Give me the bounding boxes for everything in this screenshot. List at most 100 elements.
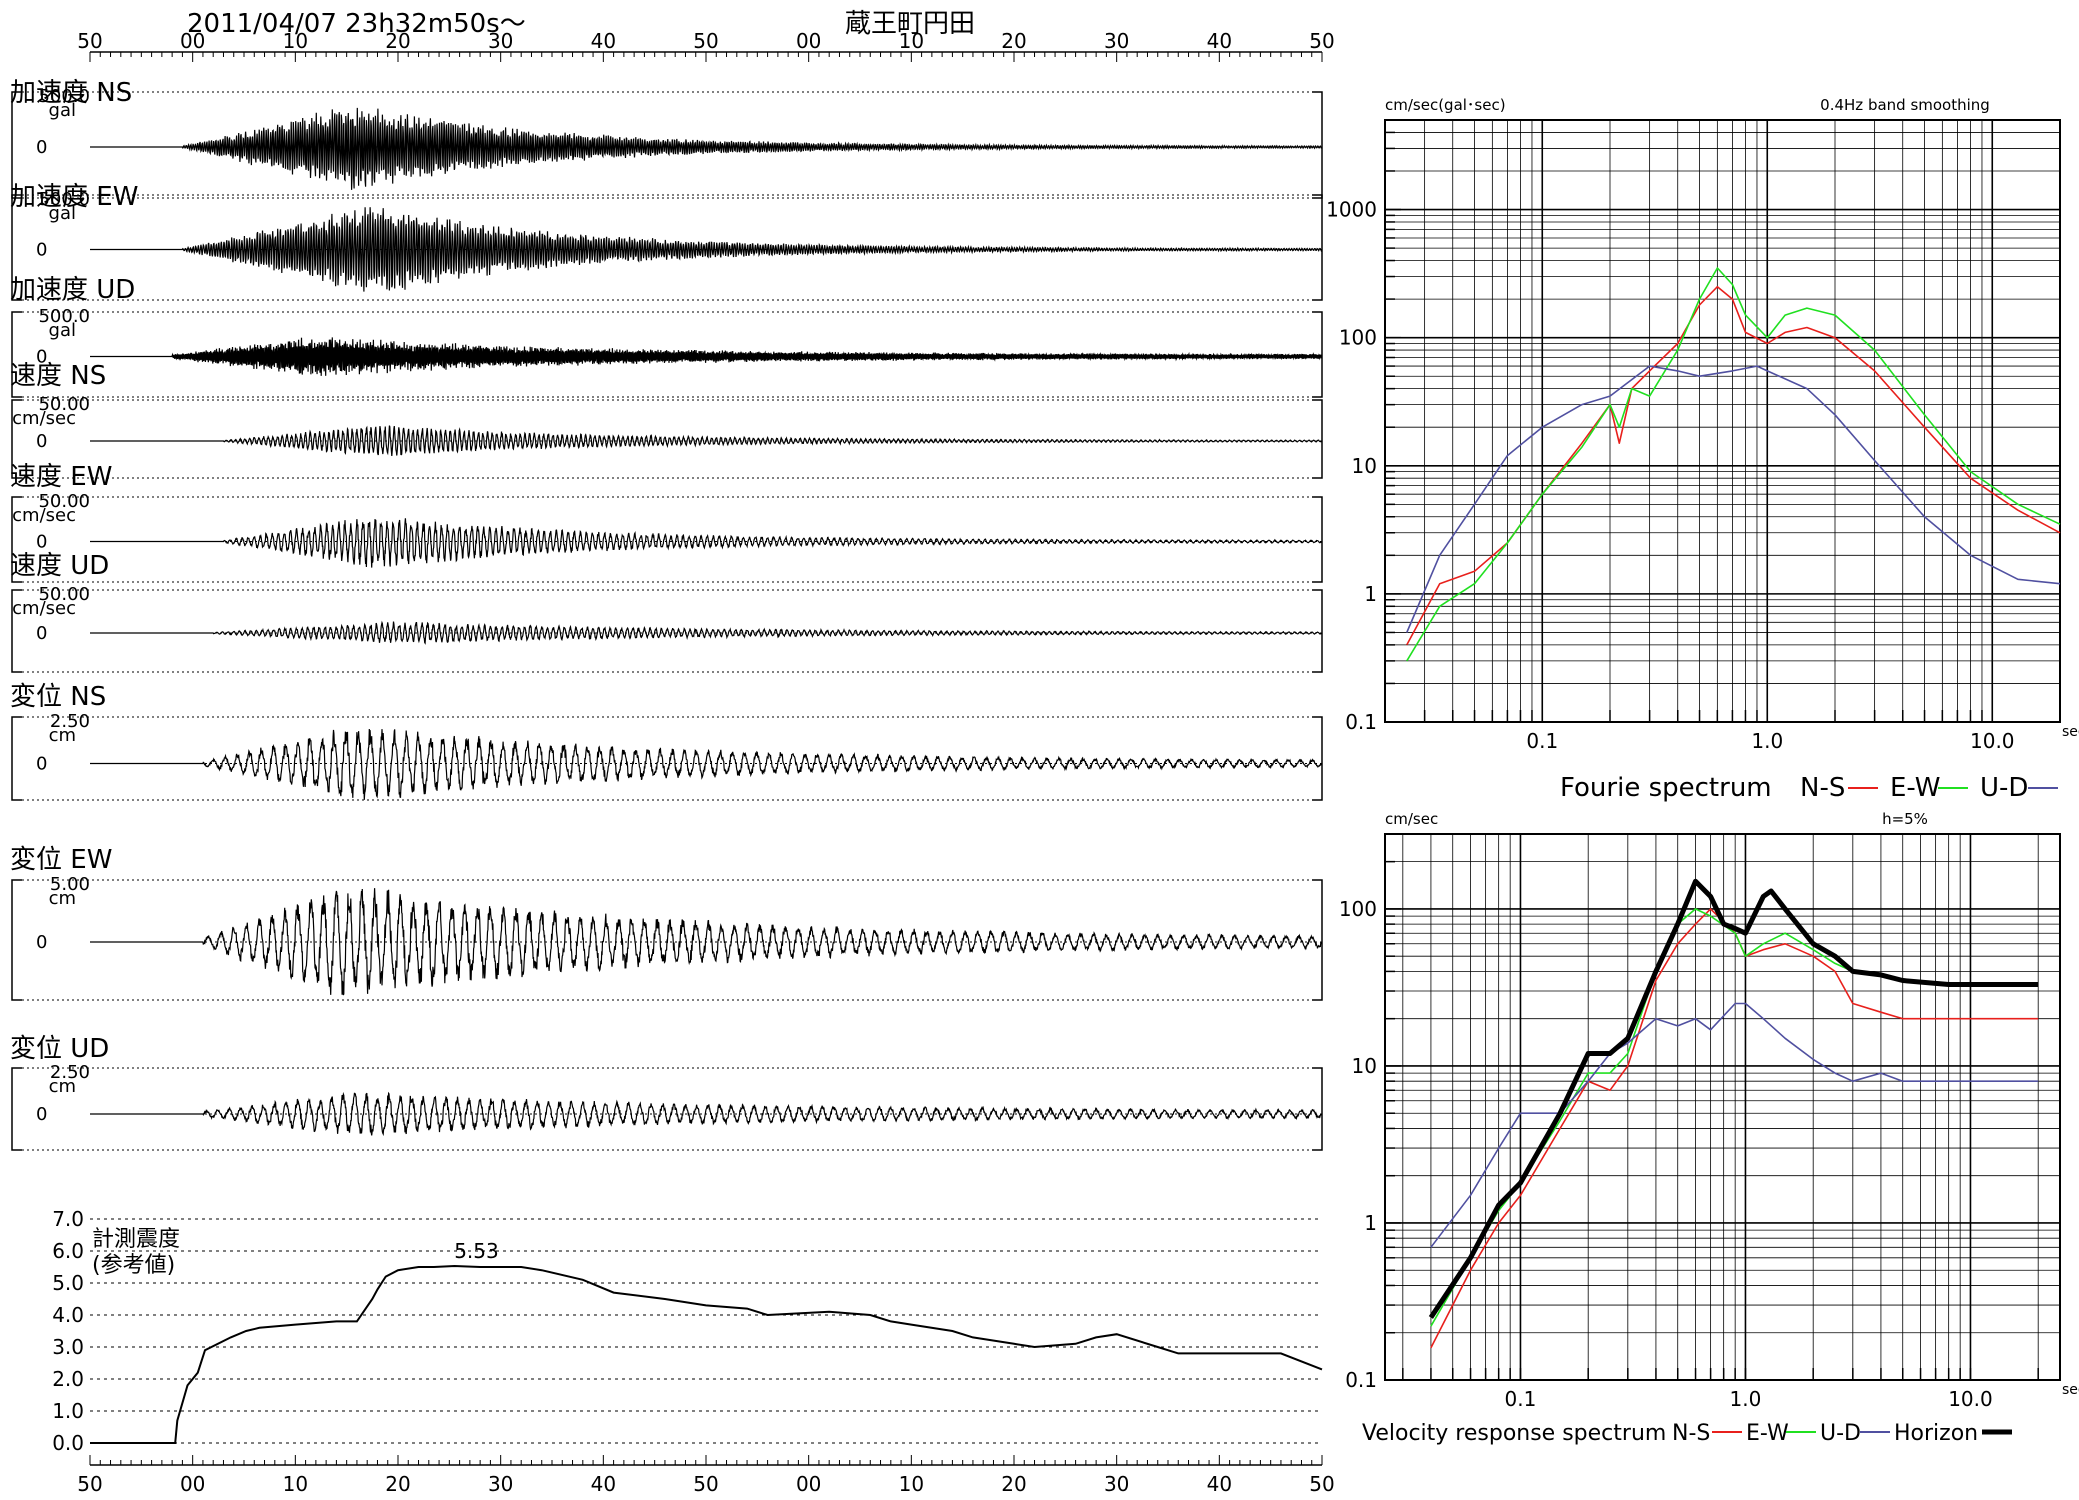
legend-label: E-W: [1746, 1421, 1789, 1446]
waveform-title: 速度 NS: [10, 361, 106, 391]
time-axis-label: 50: [77, 1472, 102, 1496]
time-axis-label: 10: [899, 1472, 924, 1496]
time-axis-label: 10: [283, 1472, 308, 1496]
intensity-peak-label: 5.53: [454, 1239, 499, 1263]
panel-zero-label: 0: [36, 137, 47, 158]
panel-zero-label: 0: [36, 1104, 47, 1125]
legend-title: Velocity response spectrum: [1362, 1421, 1666, 1446]
legend-label: U-D: [1980, 773, 2028, 803]
waveform-title: 変位 NS: [10, 682, 106, 712]
seismic-report: 2011/04/07 23h32m50s～ 蔵王町円田 50 00 10 20 30 40…: [10, 9, 2079, 1496]
time-axis-label: 20: [1001, 1472, 1026, 1496]
waveform-panel: 速度 EW50.00cm/sec0: [10, 462, 1323, 583]
panel-left-bracket: [11, 1067, 22, 1151]
series-line-e-w: [1406, 267, 2061, 662]
waveform-trace: [90, 728, 1322, 800]
panel-right-bracket: [1312, 399, 1323, 479]
legend-label: Horizon: [1894, 1421, 1978, 1446]
intensity-tick-label: 5.0: [52, 1271, 84, 1295]
panel-unit: cm: [49, 1076, 76, 1097]
y-tick-label: 10: [1352, 454, 1377, 478]
y-tick-label: 1000: [1326, 198, 1377, 222]
time-axis-label: 00: [796, 1472, 821, 1496]
x-tick-label: 0.1: [1505, 1387, 1537, 1411]
intensity-line: [90, 1264, 1323, 1444]
x-tick-label: 1.0: [1751, 729, 1783, 753]
panel-unit: cm/sec: [12, 598, 76, 619]
y-tick-label: 1: [1364, 1211, 1377, 1235]
y-tick-label: 10: [1352, 1054, 1377, 1078]
intensity-tick-label: 3.0: [52, 1335, 84, 1359]
chart-note: 0.4Hz band smoothing: [1820, 96, 1990, 114]
waveform-panel: 加速度 UD500.0gal0: [10, 275, 1323, 398]
time-axis-label: 30: [488, 1472, 513, 1496]
x-tick-label: 0.1: [1526, 729, 1558, 753]
time-axis-label: 20: [1001, 29, 1026, 53]
event-datetime: 2011/04/07 23h32m50s～: [187, 9, 526, 39]
panel-unit: cm/sec: [12, 505, 76, 526]
panel-zero-label: 0: [36, 754, 47, 775]
series-line-u-d: [1430, 1002, 2039, 1248]
x-tick-label: 10.0: [1970, 729, 2015, 753]
waveform-title: 変位 UD: [10, 1034, 109, 1064]
time-axis-label: 20: [385, 29, 410, 53]
intensity-panel: 7.0 6.0 5.0 4.0 3.0 2.0 1.0 0.0 計測震度(参考値) 5.53: [52, 1207, 1323, 1455]
chart-note: h=5%: [1882, 810, 1928, 828]
panel-unit: cm/sec: [12, 408, 76, 429]
waveform-trace: [90, 337, 1323, 376]
time-axis-bottom: 50 00 10 20 30 40 50 00 10 20 30 40 50: [77, 1455, 1335, 1496]
legend-title: Fourie spectrum: [1560, 773, 1772, 803]
panel-left-bracket: [11, 879, 22, 1001]
panel-zero-label: 0: [36, 532, 47, 553]
waveform-trace: [90, 107, 1322, 190]
intensity-tick-label: 6.0: [52, 1239, 84, 1263]
legend-label: U-D: [1820, 1421, 1861, 1446]
panel-right-bracket: [1312, 1067, 1323, 1151]
legend-label: N-S: [1672, 1421, 1710, 1446]
time-axis-label: 20: [385, 1472, 410, 1496]
waveform-trace: [90, 425, 1322, 456]
x-tick-label: 1.0: [1730, 1387, 1762, 1411]
time-axis-label: 50: [77, 29, 102, 53]
waveform-panel: 変位 EW5.00cm0: [10, 845, 1323, 1001]
waveform-panel: 速度 NS50.00cm/sec0: [10, 361, 1323, 479]
waveform-title: 変位 EW: [10, 845, 112, 875]
waveform-trace: [90, 518, 1323, 568]
intensity-tick-label: 0.0: [52, 1431, 84, 1455]
y-tick-label: 100: [1339, 897, 1377, 921]
fourier-spectrum-panel: 1000 100 10 1 0.1 0.1 1.0 10.0 sec cm/sec(gal･sec…: [1326, 96, 2079, 803]
legend-label: E-W: [1890, 773, 1940, 803]
waveform-panel: 変位 NS2.50cm0: [10, 682, 1323, 801]
time-axis-label: 50: [1309, 1472, 1334, 1496]
waveform-title: 加速度 UD: [10, 275, 135, 305]
waveform-panel: 加速度 EW500.0gal0: [10, 182, 1323, 301]
y-tick-label: 1: [1364, 582, 1377, 606]
panel-right-bracket: [1312, 194, 1323, 301]
intensity-tick-label: 2.0: [52, 1367, 84, 1391]
panel-zero-label: 0: [36, 431, 47, 452]
time-axis-label: 30: [488, 29, 513, 53]
panel-zero-label: 0: [36, 240, 47, 261]
panel-right-bracket: [1312, 589, 1323, 673]
y-tick-label: 100: [1339, 326, 1377, 350]
time-axis-label: 30: [1104, 1472, 1129, 1496]
panel-right-bracket: [1312, 716, 1323, 801]
time-axis-label: 10: [283, 29, 308, 53]
panel-unit: cm: [49, 888, 76, 909]
panel-right-bracket: [1312, 496, 1323, 583]
panel-unit: gal: [49, 320, 76, 341]
waveform-panel: 加速度 NS500.0gal0: [10, 78, 1323, 199]
time-axis-label: 40: [591, 29, 616, 53]
waveform-trace: [90, 207, 1323, 292]
waveform-panel: 速度 UD50.00cm/sec0: [10, 551, 1323, 673]
waveform-panel: 変位 UD2.50cm0: [10, 1034, 1323, 1151]
panel-unit: gal: [49, 203, 76, 224]
time-axis-label: 50: [693, 1472, 718, 1496]
panel-zero-label: 0: [36, 932, 47, 953]
y-tick-label: 0.1: [1345, 1368, 1377, 1392]
x-tick-label: 10.0: [1948, 1387, 1993, 1411]
x-unit-label: sec: [2062, 724, 2079, 740]
time-axis-label: 00: [180, 29, 205, 53]
intensity-tick-label: 4.0: [52, 1303, 84, 1327]
time-axis-label: 40: [1207, 29, 1232, 53]
